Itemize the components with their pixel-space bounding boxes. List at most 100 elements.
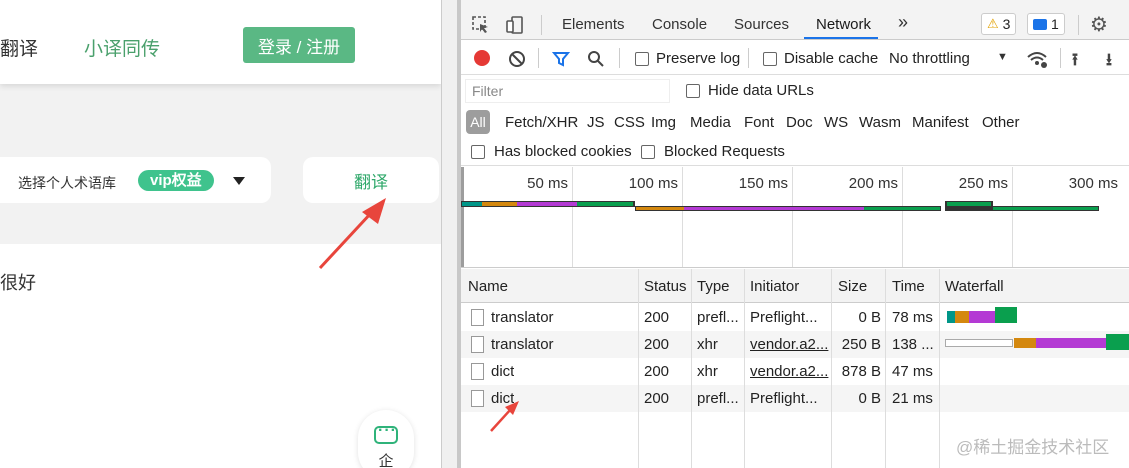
overview-request-segment [993,207,1098,210]
waterfall-segment [945,339,1013,347]
messages-badge[interactable]: 1 [1027,13,1065,35]
overview-request-segment [684,207,864,210]
type-filter-js[interactable]: JS [587,114,605,131]
tab-console[interactable]: Console [652,16,707,33]
type-filter-css[interactable]: CSS [614,114,645,131]
overview-left-edge [461,167,464,267]
type-filter-doc[interactable]: Doc [786,114,813,131]
caret-down-icon[interactable] [233,177,245,185]
column-header-size[interactable]: Size [838,278,867,295]
type-filter-media[interactable]: Media [690,114,731,131]
column-separator[interactable] [744,269,745,468]
table-row[interactable]: translator 200 xhr vendor.a2... 250 B 13… [461,331,1129,358]
chat-bubble-icon [374,422,398,444]
device-toolbar-icon[interactable] [505,15,525,35]
search-icon[interactable] [587,50,605,68]
toolbar-separator [748,48,749,68]
toolbar-separator [541,15,542,35]
more-tabs-button[interactable]: » [898,12,908,33]
tab-elements[interactable]: Elements [562,16,625,33]
site-header: 翻译 小译同传 登录 / 注册 [0,0,441,84]
settings-gear-icon[interactable]: ⚙ [1090,12,1108,37]
filter-input[interactable]: Filter [465,79,670,103]
tab-network[interactable]: Network [816,16,871,33]
type-filter-wasm[interactable]: Wasm [859,114,901,131]
toolbar-separator [538,48,539,68]
column-header-initiator[interactable]: Initiator [750,278,799,295]
overview-gridline [572,167,573,267]
column-header-type[interactable]: Type [697,278,730,295]
overview-tick-label: 150 ms [738,175,788,192]
import-har-icon[interactable]: ⭱ [1072,47,1078,76]
row-initiator-link[interactable]: vendor.a2... [750,363,830,380]
type-filter-ws[interactable]: WS [824,114,848,131]
type-filter-manifest[interactable]: Manifest [912,114,969,131]
toolbar-separator [1078,15,1079,35]
row-initiator-link[interactable]: vendor.a2... [750,336,830,353]
column-header-status[interactable]: Status [644,278,687,295]
type-filter-fetch-xhr[interactable]: Fetch/XHR [505,114,578,131]
overview-request-segment [636,207,684,210]
waterfall-segment [955,311,969,323]
devtools-top-strip [461,0,1129,10]
nav-item-simultaneous[interactable]: 小译同传 [84,34,160,61]
type-filter-font[interactable]: Font [744,114,774,131]
type-filter-img[interactable]: Img [651,114,676,131]
inspect-element-icon[interactable] [471,15,491,35]
column-separator[interactable] [831,269,832,468]
overview-tick-label: 300 ms [1068,175,1118,192]
translate-button[interactable]: 翻译 [303,157,439,203]
table-row[interactable]: translator 200 prefl... Preflight... 0 B… [461,304,1129,331]
column-separator[interactable] [939,269,940,468]
overview-tick-label: 50 ms [527,175,568,192]
export-har-icon[interactable]: ⭳ [1106,47,1112,76]
toolbar-separator [1060,48,1061,68]
vip-badge[interactable]: vip权益 [138,170,214,191]
devtools-tabbar: Elements Console Sources Network » ⚠ 3 1… [461,10,1129,40]
type-filter-all[interactable]: All [466,110,490,134]
login-register-button[interactable]: 登录 / 注册 [243,27,355,63]
tab-sources[interactable]: Sources [734,16,789,33]
table-row[interactable]: dict 200 xhr vendor.a2... 878 B 47 ms [461,358,1129,385]
has-blocked-cookies-checkbox[interactable] [471,145,485,159]
column-separator[interactable] [885,269,886,468]
warnings-badge[interactable]: ⚠ 3 [981,13,1017,35]
timeline-overview[interactable]: 50 ms 100 ms 150 ms 200 ms 250 ms 300 ms [461,167,1129,268]
row-time: 138 ... [892,336,934,353]
row-status: 200 [644,309,670,326]
overview-gridline [1012,167,1013,267]
hide-data-urls-checkbox[interactable] [686,84,700,98]
messages-count: 1 [1051,16,1059,32]
file-icon [471,309,484,326]
hide-data-urls-label: Hide data URLs [708,82,814,99]
disable-cache-checkbox[interactable] [763,52,777,66]
type-filter-other[interactable]: Other [982,114,1020,131]
blocked-requests-checkbox[interactable] [641,145,655,159]
customer-service-button[interactable]: 企 [358,410,414,468]
filter-funnel-icon[interactable] [552,50,570,68]
column-header-time[interactable]: Time [892,278,925,295]
waterfall-segment [1014,338,1036,348]
message-icon [1033,18,1047,30]
file-icon [471,390,484,407]
file-icon [471,363,484,380]
panel-splitter[interactable] [441,0,461,468]
throttling-dropdown-icon[interactable]: ▼ [997,51,1008,63]
record-icon[interactable] [474,50,490,66]
clear-icon[interactable] [508,50,526,68]
column-separator[interactable] [638,269,639,468]
waterfall-segment [1036,338,1106,348]
table-row[interactable]: dict 200 prefl... Preflight... 0 B 21 ms [461,385,1129,412]
file-icon [471,336,484,353]
preserve-log-checkbox[interactable] [635,52,649,66]
column-header-waterfall[interactable]: Waterfall [945,278,1004,295]
throttling-select[interactable]: No throttling [889,50,970,67]
column-header-name[interactable]: Name [468,278,508,295]
row-size: 250 B [841,336,881,353]
network-conditions-icon[interactable] [1026,49,1048,69]
column-separator[interactable] [691,269,692,468]
nav-item-translate[interactable]: 翻译 [0,34,38,61]
corpus-selector[interactable]: 选择个人术语库 vip权益 [0,157,271,203]
filter-bar: Filter Hide data URLs [461,76,1129,106]
toolbar-separator [619,48,620,68]
